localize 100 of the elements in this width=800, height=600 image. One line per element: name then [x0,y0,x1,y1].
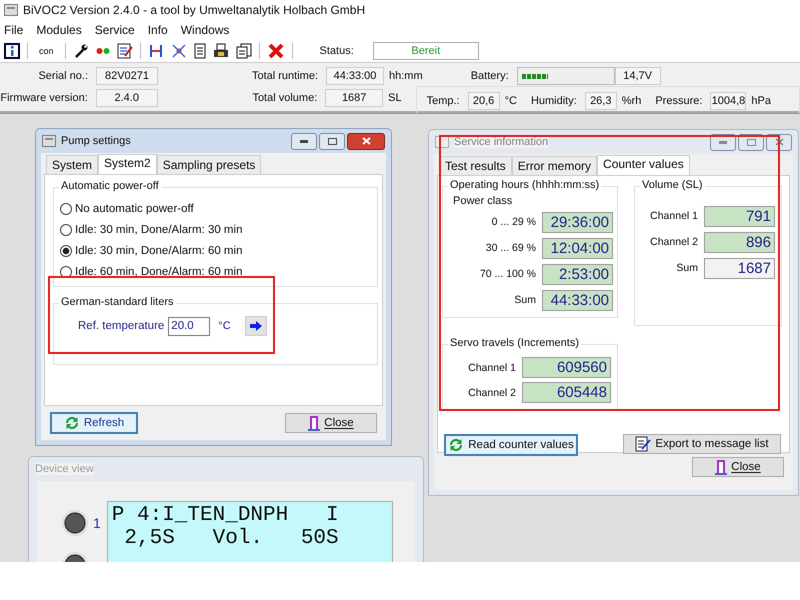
status-label: Status: [320,45,354,57]
close-icon [362,137,370,145]
unit-label: hh:mm [388,70,424,82]
group-label: Automatic power-off [59,180,161,192]
tab[interactable]: Sampling presets [156,155,262,174]
close-button[interactable] [347,132,385,150]
export-button[interactable]: Export to message list [623,434,781,454]
apply-button[interactable] [244,316,267,336]
menu-item[interactable]: Windows [180,23,230,37]
runtime-field: 44:33:00 [326,67,384,85]
minimize-icon [719,140,727,144]
window-title: Device view [35,463,94,475]
group-label: Operating hours (hhhh:mm:ss) [448,179,602,191]
counter-field: 44:33:00 [542,290,613,310]
tab[interactable]: System [46,155,98,174]
display-line: 2,5S Vol. 50S [123,527,340,550]
printer-icon[interactable] [212,43,229,59]
door-icon [308,415,320,431]
row-label: 70 ... 100 % [480,268,536,280]
dots-icon[interactable] [96,47,110,55]
temperature-input[interactable]: 20.0 [168,316,210,336]
window-title: BiVOC2 Version 2.4.0 - a tool by Umweltanalytik Holbach GmbH [23,3,366,17]
read-button[interactable]: Read counter values [444,434,578,456]
menu-item[interactable]: Info [148,23,168,37]
unit-label: %rh [620,95,642,107]
display-line: P 4:I_TEN_DNPH I [112,504,340,527]
field-label: Total runtime: [250,70,319,82]
field-label: Temp.: [426,95,461,107]
voltage-field: 14,7V [614,67,661,85]
temperature-field: 20,6 [468,92,500,110]
counter-field: 12:04:00 [542,238,613,258]
status-field: Bereit [372,42,479,60]
radio-label: No automatic power-off [75,202,194,214]
counter-field: 791 [704,206,775,226]
tab[interactable]: Test results [439,156,512,175]
radio-button[interactable] [60,244,72,256]
refresh-button[interactable]: Refresh [50,412,138,434]
field-label: Firmware version: [0,92,89,104]
row-label: Channel 1 [650,210,698,222]
close-icon[interactable] [266,42,285,60]
radio-label: Idle: 30 min, Done/Alarm: 30 min [75,224,242,236]
minimize-icon [300,140,308,142]
round-button-icon[interactable] [61,509,89,537]
tab[interactable]: Error memory [512,156,598,175]
arrow-right-icon [250,321,262,331]
copy-icon[interactable] [236,43,252,59]
field-label: Pressure: [655,95,704,107]
cross-icon[interactable] [170,43,187,59]
row-label: Channel 2 [468,386,516,398]
minimize-button[interactable] [291,132,317,150]
menu-item[interactable]: File [4,23,24,37]
refresh-icon [448,437,464,453]
radio-label: Idle: 60 min, Done/Alarm: 60 min [75,266,242,278]
serial-field: 82V0271 [96,67,158,85]
app-icon [4,4,18,16]
unit-label: hPa [750,95,772,107]
unit-label: SL [387,92,403,104]
row-label: 0 ... 29 % [492,216,536,228]
close-button[interactable]: Close [692,457,784,477]
counter-field: 29:36:00 [542,212,613,232]
close-icon [774,138,784,146]
group-label: German-standard liters [59,296,176,308]
connect-button[interactable]: con [35,46,58,56]
field-label: Total volume: [251,92,318,104]
tab[interactable]: System2 [98,154,157,174]
radio-button[interactable] [60,224,72,236]
window-title: Service information [454,136,548,148]
info-icon[interactable] [4,43,20,59]
group-label: Volume (SL) [640,179,705,191]
edit-icon [635,436,652,452]
split-icon[interactable] [148,43,164,59]
humidity-field: 26,3 [584,92,617,110]
pressure-field: 1004,8 [710,92,746,110]
row-label: Sum [676,262,698,274]
group-subtitle: Power class [453,195,514,207]
maximize-button[interactable] [319,132,345,150]
radio-button[interactable] [60,266,72,278]
close-button[interactable]: Close [285,413,377,433]
wrench-icon[interactable] [72,43,89,59]
door-icon [715,459,728,475]
group-label: Servo travels (Increments) [448,337,581,349]
menu-item[interactable]: Service [94,23,135,37]
counter-field: 605448 [522,382,611,403]
volume-field: 1687 [325,89,384,107]
firmware-field: 2.4.0 [96,89,158,107]
tab[interactable]: Counter values [597,155,690,175]
counter-field: 896 [704,232,775,252]
maximize-icon [746,138,756,146]
document-icon[interactable] [194,43,206,59]
field-label: Serial no.: [37,70,89,82]
menu-item[interactable]: Modules [36,23,82,37]
unit-label: °C [218,320,231,332]
radio-button[interactable] [60,202,72,214]
window-icon [42,135,56,147]
edit-icon[interactable] [116,43,133,59]
row-label: Sum [514,294,536,306]
counter-field: 1687 [704,258,775,278]
refresh-icon [64,415,80,431]
field-label: Battery: [470,70,510,82]
row-label: Channel 1 [468,362,516,374]
